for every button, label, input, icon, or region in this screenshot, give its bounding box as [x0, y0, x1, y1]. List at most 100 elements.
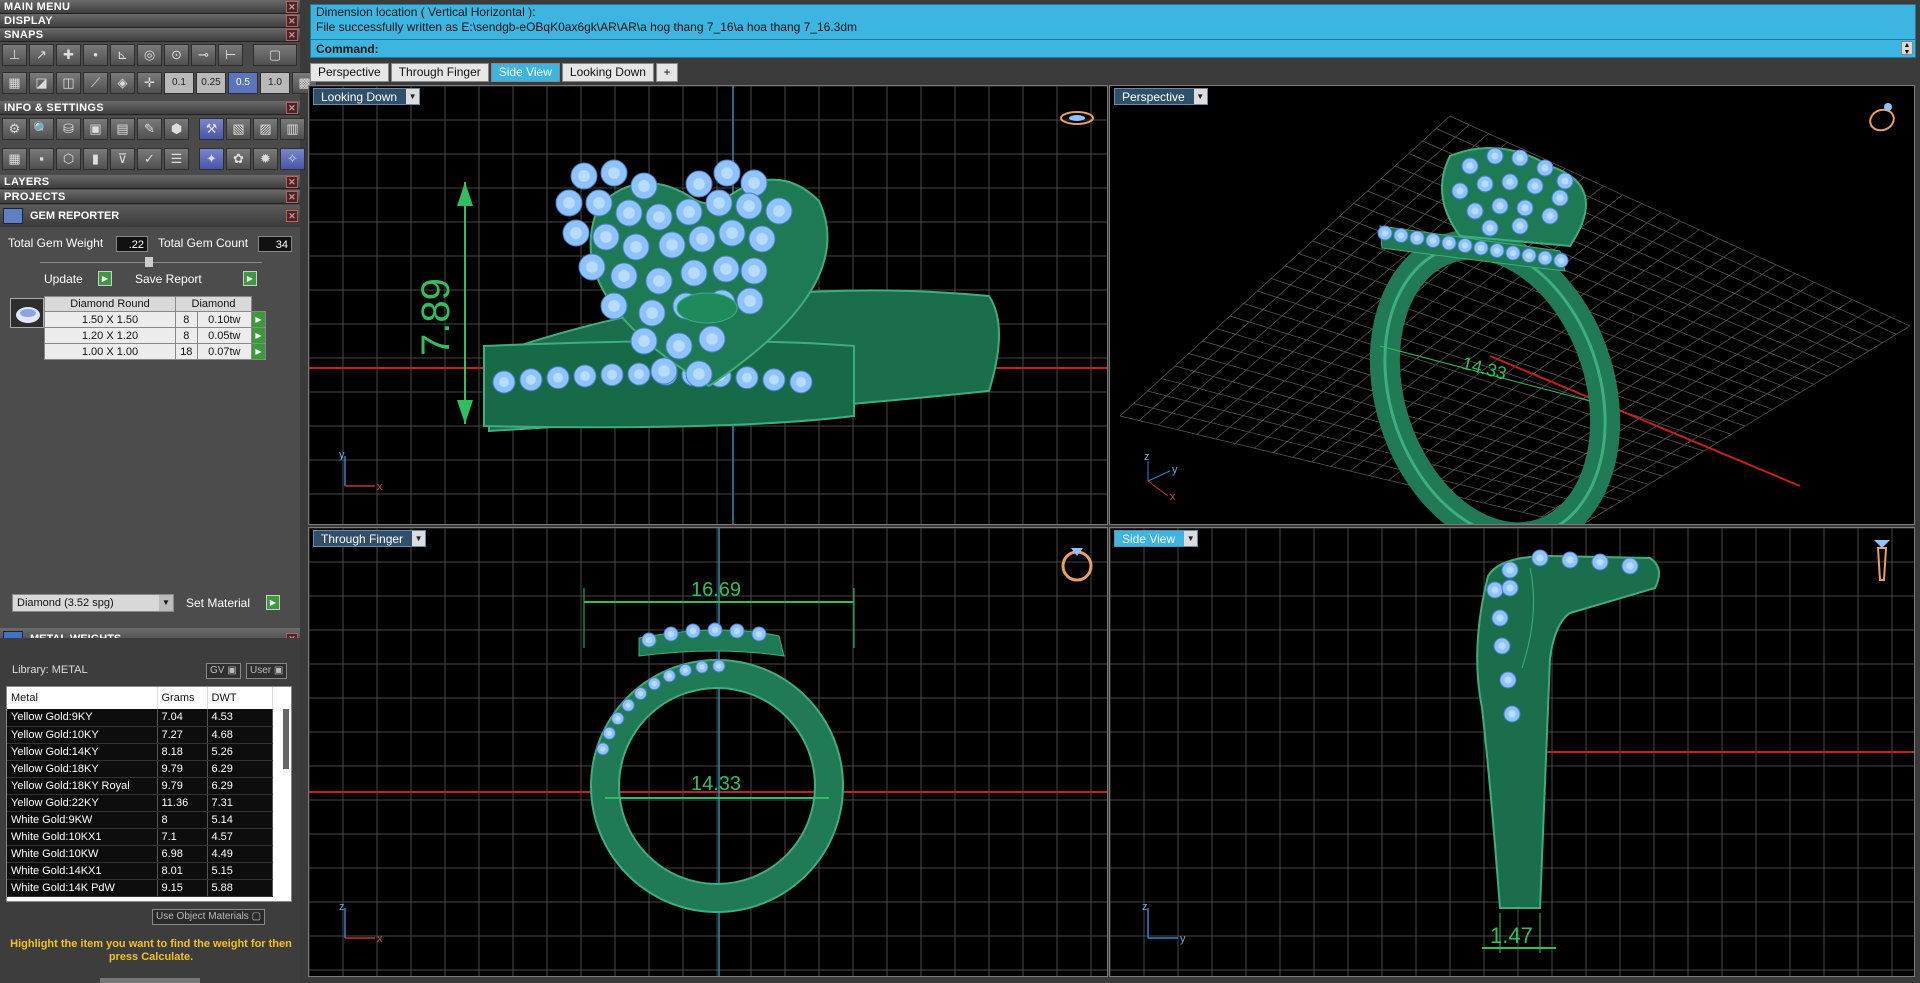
snap-near-icon[interactable]: ↗	[29, 44, 54, 66]
snap-center-icon[interactable]: ⊙	[164, 44, 189, 66]
looking-down-view-icon[interactable]	[1059, 100, 1095, 136]
metal-row[interactable]: Yellow Gold:18KY Royal 9.79 6.29	[7, 777, 273, 795]
metal-row[interactable]: Yellow Gold:22KY 11.36 7.31	[7, 794, 273, 812]
sparkle-icon[interactable]: ✹	[253, 148, 278, 170]
gv-toggle[interactable]: GV ▣	[206, 663, 241, 679]
grid-icon[interactable]: ▦	[2, 72, 27, 94]
chevron-down-icon[interactable]: ▼	[406, 89, 420, 104]
snap-step-0[interactable]: 0.1	[164, 72, 194, 94]
layout3-icon[interactable]: ▥	[280, 118, 305, 140]
flower-icon[interactable]: ✿	[226, 148, 251, 170]
save-icon[interactable]: ▤	[110, 118, 135, 140]
snaps-header[interactable]: SNAPS ✕	[0, 28, 300, 42]
material-select[interactable]: Diamond (3.52 spg) ▼	[12, 594, 174, 612]
cube-icon[interactable]: ⬡	[56, 148, 81, 170]
viewport-side-view[interactable]: 1.47 z y Side View ▼	[1109, 527, 1915, 977]
tool-icon[interactable]: ✧	[280, 148, 305, 170]
line-icon[interactable]: ⟋	[83, 72, 108, 94]
close-icon[interactable]: ✕	[286, 15, 298, 27]
through-finger-view-icon[interactable]	[1059, 538, 1095, 582]
metal-table-scrollbar[interactable]	[283, 709, 289, 769]
viewport-label-perspective[interactable]: Perspective ▼	[1114, 88, 1208, 105]
scroll-arrows-icon[interactable]: ▲ ▼	[1901, 41, 1913, 56]
chevron-down-icon[interactable]: ▼	[412, 531, 426, 546]
close-icon[interactable]: ✕	[286, 210, 298, 222]
snap-end-icon[interactable]: ⊥	[2, 44, 27, 66]
snap-point-icon[interactable]: ✚	[56, 44, 81, 66]
viewport-label-looking-down[interactable]: Looking Down ▼	[313, 88, 421, 105]
volume-icon[interactable]: ▣	[83, 118, 108, 140]
layout-icon[interactable]: ▧	[226, 118, 251, 140]
ortho-icon[interactable]: ◪	[29, 72, 54, 94]
projects-header[interactable]: PROJECTS ✕	[0, 190, 300, 204]
set-material-button[interactable]: Set Material ▶	[186, 594, 280, 612]
snap-quad-icon[interactable]: ◎	[137, 44, 162, 66]
gem-icon[interactable]: ⬢	[164, 118, 189, 140]
save-report-button[interactable]: Save Report ▶	[135, 270, 257, 288]
side-view-icon[interactable]	[1864, 536, 1900, 581]
viewport-label-through-finger[interactable]: Through Finger ▼	[313, 530, 427, 547]
gumball-icon[interactable]: ✛	[137, 72, 162, 94]
list-icon[interactable]: ☰	[164, 148, 189, 170]
smart-track-icon[interactable]: ◈	[110, 72, 135, 94]
metal-row[interactable]: Yellow Gold:14KY 8.18 5.26	[7, 743, 273, 761]
snap-perp-icon[interactable]: ⊾	[110, 44, 135, 66]
measure-icon[interactable]: ⛁	[56, 118, 81, 140]
planar-icon[interactable]: ◫	[56, 72, 81, 94]
snap-object-icon[interactable]: ▢	[253, 44, 297, 66]
viewport-through-finger[interactable]: 16.69 14.33 z x Through Finger ▼	[308, 527, 1108, 977]
settings-icon[interactable]: ⚙	[2, 118, 27, 140]
zoom-icon[interactable]: 🔍	[29, 118, 54, 140]
close-icon[interactable]: ✕	[286, 176, 298, 188]
metal-row[interactable]: White Gold:10KW 6.98 4.49	[7, 845, 273, 863]
snap-tan-icon[interactable]: ⊢	[218, 44, 243, 66]
use-object-materials-checkbox[interactable]: Use Object Materials ▢	[152, 909, 266, 925]
update-button[interactable]: Update ▶	[44, 270, 112, 288]
info-settings-header[interactable]: INFO & SETTINGS ✕	[0, 101, 300, 115]
tiles-icon[interactable]: ▦	[2, 148, 27, 170]
gem-row[interactable]: 1.00 X 1.00 18 0.07tw ▶	[43, 343, 266, 360]
snap-mid-icon[interactable]: •	[83, 44, 108, 66]
calculate-button[interactable]	[100, 978, 200, 983]
layout2-icon[interactable]: ▨	[253, 118, 278, 140]
cylinder-icon[interactable]: ▮	[83, 148, 108, 170]
tab-through-finger[interactable]: Through Finger	[390, 63, 489, 82]
check-icon[interactable]: ✓	[137, 148, 162, 170]
gem-row-go-icon[interactable]: ▶	[251, 311, 266, 328]
close-icon[interactable]: ✕	[286, 102, 298, 114]
close-icon[interactable]: ✕	[286, 29, 298, 41]
snap-int-icon[interactable]: ⊸	[191, 44, 216, 66]
metal-row[interactable]: Yellow Gold:9KY 7.04 4.53	[7, 709, 273, 727]
render-icon[interactable]: ⚒	[199, 118, 224, 140]
metal-row[interactable]: White Gold:14KX1 8.01 5.15	[7, 862, 273, 880]
tab-perspective[interactable]: Perspective	[310, 63, 389, 82]
perspective-view-icon[interactable]	[1864, 98, 1900, 134]
gem-row-go-icon[interactable]: ▶	[251, 343, 266, 360]
metal-row[interactable]: Yellow Gold:10KY 7.27 4.68	[7, 726, 273, 744]
snap-step-3[interactable]: 1.0	[260, 72, 290, 94]
command-input[interactable]: Command:	[311, 39, 1915, 57]
layers-header[interactable]: LAYERS ✕	[0, 175, 300, 189]
snap-step-2[interactable]: 0.5	[228, 72, 258, 94]
add-tab-icon[interactable]: +	[655, 63, 678, 82]
edit-icon[interactable]: ✎	[137, 118, 162, 140]
gem-row[interactable]: 1.20 X 1.20 8 0.05tw ▶	[43, 327, 266, 344]
metal-row[interactable]: White Gold:9KW 8 5.14	[7, 811, 273, 829]
user-toggle[interactable]: User ▣	[246, 663, 288, 679]
gem-row-go-icon[interactable]: ▶	[251, 327, 266, 344]
grams-col-header[interactable]: Grams	[157, 687, 208, 709]
chevron-down-icon[interactable]: ▼	[1193, 89, 1207, 104]
box-icon[interactable]: ▪	[29, 148, 54, 170]
main-menu-header[interactable]: MAIN MENU ✕	[0, 0, 300, 14]
viewport-perspective[interactable]: 14.33 z y x Perspective ▼	[1109, 85, 1915, 525]
metal-row[interactable]: White Gold:10KX1 7.1 4.57	[7, 828, 273, 846]
metal-row[interactable]: Yellow Gold:18KY 9.79 6.29	[7, 760, 273, 778]
display-header[interactable]: DISPLAY ✕	[0, 14, 300, 28]
snap-step-1[interactable]: 0.25	[196, 72, 226, 94]
slider-handle[interactable]	[145, 257, 153, 267]
close-icon[interactable]: ✕	[286, 191, 298, 203]
tab-looking-down[interactable]: Looking Down	[561, 63, 654, 82]
viewport-looking-down[interactable]: 7.89 y x Looking Down ▼	[308, 85, 1108, 525]
metal-row[interactable]: White Gold:14K PdW 9.15 5.88	[7, 879, 273, 897]
filter-icon[interactable]: ⊽	[110, 148, 135, 170]
